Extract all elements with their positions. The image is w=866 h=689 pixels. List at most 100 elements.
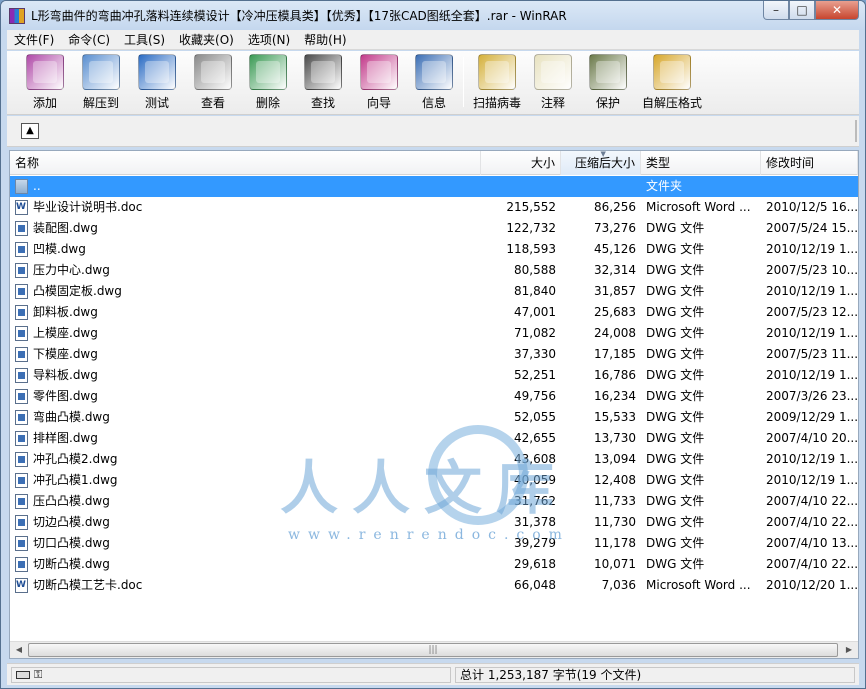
file-name: 弯曲凸模.dwg: [33, 410, 110, 424]
file-name: 装配图.dwg: [33, 221, 98, 235]
table-row[interactable]: .. 文件夹: [10, 176, 858, 197]
file-name: 排样图.dwg: [33, 431, 98, 445]
winrar-icon: [9, 8, 25, 24]
table-row[interactable]: 导料板.dwg 52,251 16,786 DWG 文件 2010/12/19 1...: [10, 365, 858, 386]
table-row[interactable]: 凹模.dwg 118,593 45,126 DWG 文件 2010/12/19 1...: [10, 239, 858, 260]
file-size: 40,059: [514, 473, 556, 487]
menu-help[interactable]: 帮助(H): [297, 30, 353, 50]
toolbar-button-extract[interactable]: 解压到: [75, 54, 127, 112]
key-icon[interactable]: ⚿: [34, 669, 42, 681]
toolbar-button-test[interactable]: 测试: [131, 54, 183, 112]
table-row[interactable]: 压力中心.dwg 80,588 32,314 DWG 文件 2007/5/23 10..…: [10, 260, 858, 281]
drive-icon[interactable]: [16, 671, 30, 679]
column-type[interactable]: 类型: [641, 151, 761, 175]
toolbar-button-info[interactable]: 信息: [408, 54, 460, 112]
table-row[interactable]: 装配图.dwg 122,732 73,276 DWG 文件 2007/5/24 15..…: [10, 218, 858, 239]
toolbar-button-scan-virus[interactable]: 扫描病毒: [467, 54, 527, 112]
file-name: 冲孔凸模2.dwg: [33, 452, 118, 466]
maximize-button[interactable]: □: [789, 1, 815, 20]
minimize-button[interactable]: –: [763, 1, 789, 20]
file-modified: 2007/4/10 22...: [766, 557, 858, 571]
file-type: DWG 文件: [646, 263, 705, 277]
file-name: 上模座.dwg: [33, 326, 98, 340]
file-packed-size: [561, 176, 641, 197]
table-row[interactable]: 压凸凸模.dwg 31,762 11,733 DWG 文件 2007/4/10 22..…: [10, 491, 858, 512]
table-row[interactable]: 上模座.dwg 71,082 24,008 DWG 文件 2010/12/19 1...: [10, 323, 858, 344]
file-type: DWG 文件: [646, 431, 705, 445]
file-size: 31,762: [514, 494, 556, 508]
file-type: DWG 文件: [646, 347, 705, 361]
scrollbar-thumb[interactable]: |||: [28, 643, 838, 657]
table-row[interactable]: 切边凸模.dwg 31,378 11,730 DWG 文件 2007/4/10 22..…: [10, 512, 858, 533]
column-modified[interactable]: 修改时间: [761, 151, 858, 175]
toolbar-button-comment[interactable]: 注释: [527, 54, 579, 112]
menu-tools[interactable]: 工具(S): [117, 30, 172, 50]
info-icon: [415, 54, 453, 90]
file-name: 切口凸模.dwg: [33, 536, 110, 550]
menu-file[interactable]: 文件(F): [7, 30, 61, 50]
table-row[interactable]: 切口凸模.dwg 39,279 11,178 DWG 文件 2007/4/10 13..…: [10, 533, 858, 554]
file-modified: 2010/12/19 1...: [766, 242, 858, 256]
toolbar-button-sfx[interactable]: 自解压格式: [637, 54, 707, 112]
horizontal-scrollbar[interactable]: ◀ ||| ▶: [10, 641, 858, 658]
file-size: 215,552: [506, 200, 556, 214]
table-row[interactable]: 冲孔凸模1.dwg 40,059 12,408 DWG 文件 2010/12/19 1.…: [10, 470, 858, 491]
file-size: 66,048: [514, 578, 556, 592]
toolbar-button-view[interactable]: 查看: [187, 54, 239, 112]
file-type: DWG 文件: [646, 452, 705, 466]
toolbar-button-find[interactable]: 查找: [297, 54, 349, 112]
table-row[interactable]: 零件图.dwg 49,756 16,234 DWG 文件 2007/3/26 23...: [10, 386, 858, 407]
table-row[interactable]: 冲孔凸模2.dwg 43,608 13,094 DWG 文件 2010/12/19 1.…: [10, 449, 858, 470]
winrar-window: L形弯曲件的弯曲冲孔落料连续模设计【冷冲压模具类】【优秀】【17张CAD图纸全套…: [0, 0, 866, 689]
file-list: 名称 大小 ▼ 压缩后大小 类型 修改时间 .. 文件夹毕业设计说明书.doc 21…: [9, 150, 859, 659]
column-size[interactable]: 大小: [481, 151, 561, 175]
file-modified: 2010/12/19 1...: [766, 284, 858, 298]
address-bar-grip[interactable]: [855, 120, 857, 142]
file-type: DWG 文件: [646, 242, 705, 256]
menu-favorites[interactable]: 收藏夹(O): [172, 30, 241, 50]
sfx-icon: [653, 54, 691, 90]
file-size: 71,082: [514, 326, 556, 340]
toolbar-button-delete[interactable]: 删除: [242, 54, 294, 112]
table-row[interactable]: 卸料板.dwg 47,001 25,683 DWG 文件 2007/5/23 12...: [10, 302, 858, 323]
file-packed-size: 31,857: [594, 284, 636, 298]
file-modified: 2007/4/10 22...: [766, 515, 858, 529]
table-row[interactable]: 切断凸模.dwg 29,618 10,071 DWG 文件 2007/4/10 22..…: [10, 554, 858, 575]
toolbar-button-add[interactable]: 添加: [19, 54, 71, 112]
table-row[interactable]: 下模座.dwg 37,330 17,185 DWG 文件 2007/5/23 11...: [10, 344, 858, 365]
toolbar-button-wizard[interactable]: 向导: [353, 54, 405, 112]
scroll-right-icon[interactable]: ▶: [841, 643, 857, 657]
column-packed-label: 压缩后大小: [574, 156, 635, 170]
table-row[interactable]: 凸模固定板.dwg 81,840 31,857 DWG 文件 2010/12/19 1.…: [10, 281, 858, 302]
close-button[interactable]: ✕: [815, 1, 859, 20]
toolbar-label: 解压到: [82, 96, 119, 110]
view-icon: [194, 54, 232, 90]
file-modified: 2007/4/10 13...: [766, 536, 858, 550]
file-type: Microsoft Word ...: [646, 200, 751, 214]
file-modified: 2007/4/10 20...: [766, 431, 858, 445]
file-packed-size: 10,071: [594, 557, 636, 571]
table-row[interactable]: 排样图.dwg 42,655 13,730 DWG 文件 2007/4/10 20...: [10, 428, 858, 449]
file-size: 43,608: [514, 452, 556, 466]
file-packed-size: 45,126: [594, 242, 636, 256]
menu-options[interactable]: 选项(N): [241, 30, 297, 50]
file-size: [481, 176, 561, 197]
file-packed-size: 17,185: [594, 347, 636, 361]
status-total: 总计 1,253,187 字节(19 个文件): [455, 667, 855, 683]
title-bar[interactable]: L形弯曲件的弯曲冲孔落料连续模设计【冷冲压模具类】【优秀】【17张CAD图纸全套…: [1, 1, 865, 30]
menu-commands[interactable]: 命令(C): [61, 30, 117, 50]
file-modified: 2007/5/23 10...: [766, 263, 858, 277]
scroll-left-icon[interactable]: ◀: [11, 643, 27, 657]
toolbar-button-protect[interactable]: 保护: [582, 54, 634, 112]
column-packed[interactable]: ▼ 压缩后大小: [561, 150, 641, 175]
file-name: 切断凸模工艺卡.doc: [33, 578, 143, 592]
up-folder-button[interactable]: ▲: [21, 123, 39, 139]
toolbar-label: 查看: [200, 96, 225, 110]
table-row[interactable]: 弯曲凸模.dwg 52,055 15,533 DWG 文件 2009/12/29 1..…: [10, 407, 858, 428]
table-row[interactable]: 切断凸模工艺卡.doc 66,048 7,036 Microsoft Word ...…: [10, 575, 858, 596]
file-name: 压力中心.dwg: [33, 263, 110, 277]
column-name[interactable]: 名称: [10, 151, 481, 175]
file-modified: 2010/12/19 1...: [766, 473, 858, 487]
table-row[interactable]: 毕业设计说明书.doc 215,552 86,256 Microsoft Word .…: [10, 197, 858, 218]
file-type: Microsoft Word ...: [646, 578, 751, 592]
